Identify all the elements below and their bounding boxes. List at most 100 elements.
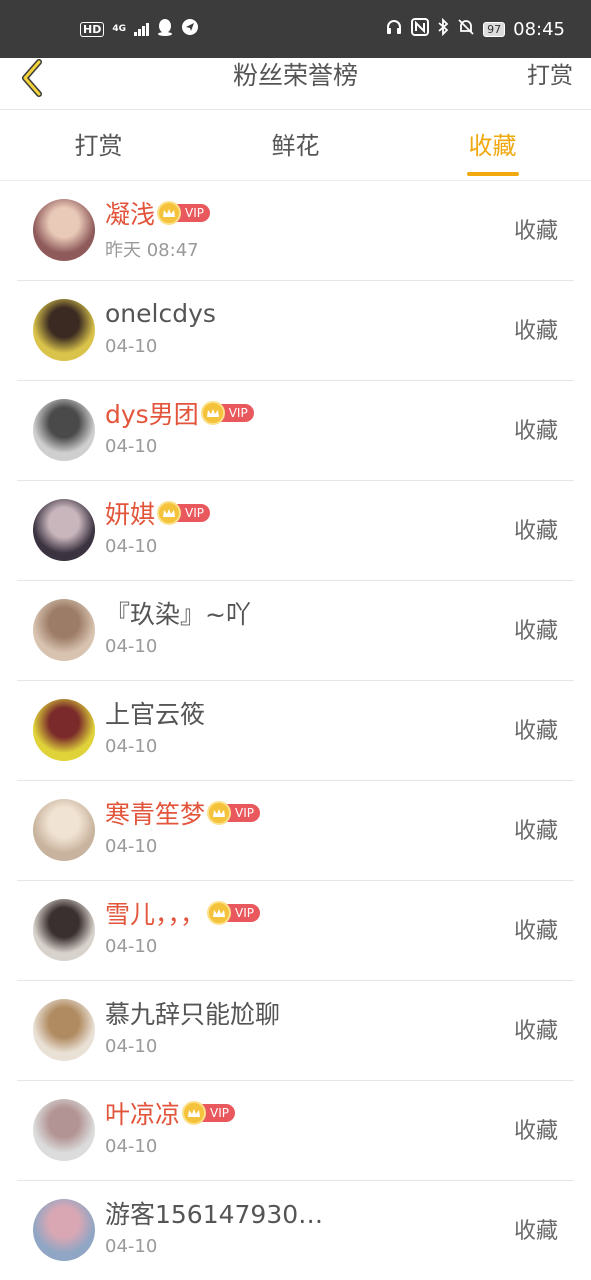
fan-name[interactable]: 妍娸 xyxy=(105,495,155,531)
vip-badge: VIP xyxy=(157,501,210,525)
fan-action-label: 收藏 xyxy=(513,819,558,844)
fan-date: 04-10 xyxy=(105,1036,158,1057)
tab-favorites[interactable]: 收藏 xyxy=(394,111,591,180)
avatar[interactable] xyxy=(33,999,95,1061)
avatar[interactable] xyxy=(33,399,95,461)
vip-badge: VIP xyxy=(200,401,254,425)
fan-name[interactable]: 叶凉凉 xyxy=(105,1095,180,1131)
fan-date: 04-10 xyxy=(105,1236,158,1257)
fan-row[interactable]: onelcdys 04-10 收藏 xyxy=(17,281,574,381)
vip-badge: VIP xyxy=(207,801,260,825)
crown-icon xyxy=(157,201,182,225)
fan-date: 昨天 08:47 xyxy=(105,240,199,261)
name-line: 雪儿，，， VIP xyxy=(105,895,260,931)
tab-bar: 打赏 鲜花 收藏 xyxy=(0,111,591,181)
avatar[interactable] xyxy=(33,299,95,361)
fan-row[interactable]: 游客1561479303… 04-10 收藏 xyxy=(17,1181,574,1280)
header: 粉丝荣誉榜 打赏 xyxy=(0,58,591,110)
vip-badge: VIP xyxy=(157,201,210,225)
name-line: onelcdys xyxy=(105,295,216,331)
avatar[interactable] xyxy=(33,199,95,261)
avatar[interactable] xyxy=(33,599,95,661)
mute-icon xyxy=(457,18,475,40)
fan-row[interactable]: 寒青笙梦 VIP 04-10 收藏 xyxy=(17,781,574,881)
tab-flowers[interactable]: 鲜花 xyxy=(197,111,394,180)
fan-row[interactable]: 上官云筱 04-10 收藏 xyxy=(17,681,574,781)
fan-name[interactable]: 游客1561479303… xyxy=(105,1195,330,1231)
fan-action-label: 收藏 xyxy=(513,519,558,544)
bluetooth-icon xyxy=(437,17,449,40)
fan-date: 04-10 xyxy=(105,736,158,757)
signal-icon xyxy=(134,22,149,36)
name-line: dys男团 VIP xyxy=(105,395,254,431)
avatar[interactable] xyxy=(33,899,95,961)
fan-date: 04-10 xyxy=(105,536,158,557)
fan-date: 04-10 xyxy=(105,636,158,657)
reward-button[interactable]: 打赏 xyxy=(527,58,573,94)
fan-action-label: 收藏 xyxy=(513,1219,558,1244)
fan-row[interactable]: 慕九辞只能尬聊 04-10 收藏 xyxy=(17,981,574,1081)
fan-action-label: 收藏 xyxy=(513,1119,558,1144)
fan-name[interactable]: 凝浅 xyxy=(105,195,155,231)
status-bar-right: 97 08:45 xyxy=(385,17,565,40)
fan-date: 04-10 xyxy=(105,936,158,957)
fan-name[interactable]: 寒青笙梦 xyxy=(105,795,205,831)
fan-action-label: 收藏 xyxy=(513,319,558,344)
fan-row[interactable]: 凝浅 VIP 昨天 08:47 收藏 xyxy=(17,181,574,281)
nfc-icon xyxy=(411,18,430,40)
fan-row[interactable]: 妍娸 VIP 04-10 收藏 xyxy=(17,481,574,581)
fan-action-label: 收藏 xyxy=(513,919,558,944)
fan-name[interactable]: dys男团 xyxy=(105,395,199,431)
clock: 08:45 xyxy=(513,18,565,40)
avatar[interactable] xyxy=(33,699,95,761)
name-line: 寒青笙梦 VIP xyxy=(105,795,260,831)
name-line: 『玖染』~吖 xyxy=(105,595,251,631)
crown-icon xyxy=(207,901,232,925)
vip-badge: VIP xyxy=(182,1101,235,1125)
fan-date: 04-10 xyxy=(105,436,158,457)
crown-icon xyxy=(182,1101,207,1125)
battery-indicator: 97 xyxy=(483,21,506,37)
location-icon xyxy=(181,18,199,40)
avatar[interactable] xyxy=(33,799,95,861)
fan-list: 凝浅 VIP 昨天 08:47 收藏 onelcdys 04-10 收藏 dys男团 VIP 04… xyxy=(0,181,591,1280)
fan-date: 04-10 xyxy=(105,1136,158,1157)
fan-date: 04-10 xyxy=(105,836,158,857)
fan-action-label: 收藏 xyxy=(513,619,558,644)
vip-badge: VIP xyxy=(207,901,260,925)
fan-row[interactable]: 叶凉凉 VIP 04-10 收藏 xyxy=(17,1081,574,1181)
name-line: 妍娸 VIP xyxy=(105,495,210,531)
page-title: 粉丝荣誉榜 xyxy=(232,61,358,90)
fan-row[interactable]: 雪儿，，， VIP 04-10 收藏 xyxy=(17,881,574,981)
avatar[interactable] xyxy=(33,1199,95,1261)
fan-action-label: 收藏 xyxy=(513,419,558,444)
crown-icon xyxy=(200,401,225,425)
fan-name[interactable]: 雪儿，，， xyxy=(105,895,205,931)
status-bar-left: HD 4G xyxy=(80,18,199,40)
qq-icon xyxy=(157,18,173,40)
fan-row[interactable]: 『玖染』~吖 04-10 收藏 xyxy=(17,581,574,681)
headset-icon xyxy=(385,18,403,40)
hd-indicator: HD xyxy=(80,21,105,37)
fan-action-label: 收藏 xyxy=(513,1019,558,1044)
avatar[interactable] xyxy=(33,499,95,561)
crown-icon xyxy=(207,801,232,825)
name-line: 游客1561479303… xyxy=(105,1195,330,1231)
name-line: 叶凉凉 VIP xyxy=(105,1095,235,1131)
status-bar: HD 4G 97 08:45 xyxy=(0,0,591,58)
avatar[interactable] xyxy=(33,1099,95,1161)
fan-name[interactable]: 上官云筱 xyxy=(105,695,205,731)
name-line: 上官云筱 xyxy=(105,695,205,731)
fan-name[interactable]: 慕九辞只能尬聊 xyxy=(105,995,280,1031)
tab-reward[interactable]: 打赏 xyxy=(0,111,197,180)
fan-action-label: 收藏 xyxy=(513,219,558,244)
fan-name[interactable]: onelcdys xyxy=(105,299,216,328)
fan-action-label: 收藏 xyxy=(513,719,558,744)
network-type: 4G xyxy=(112,23,126,34)
fan-row[interactable]: dys男团 VIP 04-10 收藏 xyxy=(17,381,574,481)
name-line: 凝浅 VIP xyxy=(105,195,210,231)
fan-date: 04-10 xyxy=(105,336,158,357)
crown-icon xyxy=(157,501,182,525)
fan-name[interactable]: 『玖染』~吖 xyxy=(105,595,251,631)
name-line: 慕九辞只能尬聊 xyxy=(105,995,280,1031)
